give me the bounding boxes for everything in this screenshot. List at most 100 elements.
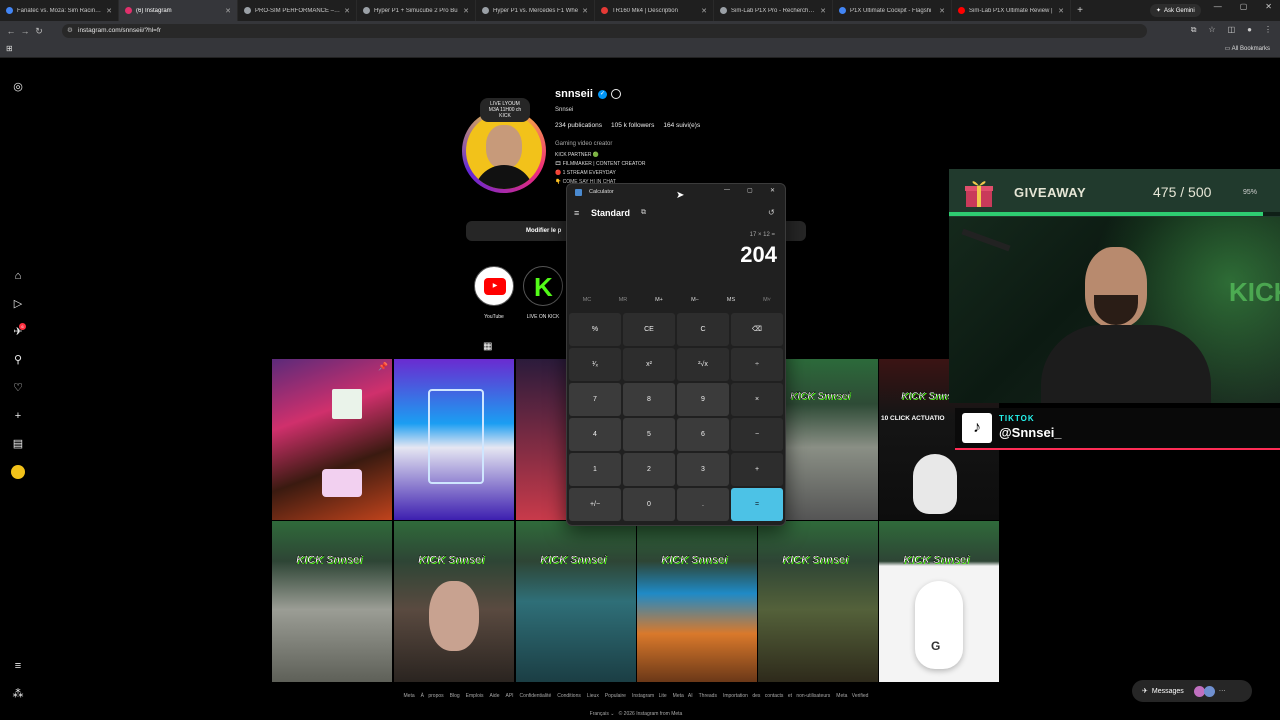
site-info-icon[interactable]: ⚙ <box>67 24 73 38</box>
highlight-youtube[interactable]: ▶ YouTube <box>473 266 515 320</box>
tab-close-icon[interactable]: ✕ <box>463 7 469 15</box>
footer-link[interactable]: Confidentialité <box>520 693 552 699</box>
tab-close-icon[interactable]: ✕ <box>225 7 231 15</box>
profile-icon[interactable]: ● <box>1247 25 1252 35</box>
calc-key[interactable]: 3 <box>677 453 729 486</box>
browser-tab[interactable]: Fanatec vs. Moza: Sim Racing M ✕ <box>0 0 119 21</box>
memory-button[interactable]: MC <box>569 297 605 303</box>
calc-key[interactable]: × <box>731 383 783 416</box>
footer-link[interactable]: Populaire <box>605 693 626 699</box>
more-menu-icon[interactable]: ≡ <box>11 659 25 673</box>
footer-link[interactable]: Meta Verified <box>836 693 868 699</box>
footer-link[interactable]: Meta AI <box>673 693 693 699</box>
calc-key[interactable]: +/− <box>569 488 621 521</box>
new-tab-button[interactable]: + <box>1071 5 1089 16</box>
calc-maximize-icon[interactable]: ▢ <box>747 187 753 194</box>
apps-icon[interactable]: ⊞ <box>6 44 13 53</box>
footer-link[interactable]: Lieux <box>587 693 599 699</box>
post-tile[interactable]: KICK Snnsei <box>272 521 392 682</box>
post-tile[interactable]: KICK Snnsei <box>637 521 757 682</box>
calc-key[interactable]: − <box>731 418 783 451</box>
calc-key[interactable]: 0 <box>623 488 675 521</box>
browser-tab[interactable]: Hyper P1 vs. Mercedes F1 Whe ✕ <box>476 0 595 21</box>
calc-key[interactable]: ⌫ <box>731 313 783 346</box>
create-icon[interactable]: + <box>11 409 25 423</box>
messages-icon[interactable]: ✈ 6 <box>11 323 26 339</box>
keep-on-top-icon[interactable]: ⧉ <box>641 209 646 217</box>
browser-tab[interactable]: TR160 Mk4 | Description ✕ <box>595 0 714 21</box>
footer-link[interactable]: Blog <box>450 693 460 699</box>
reload-icon[interactable]: ↻ <box>32 26 46 37</box>
browser-tab[interactable]: Hyper P1 + Simucube 2 Pro Bu ✕ <box>357 0 476 21</box>
threads-icon[interactable] <box>611 89 621 99</box>
browser-tab[interactable]: Sim-Lab P1X Pro - Recherche G ✕ <box>714 0 833 21</box>
footer-link[interactable]: Importation des contacts et non-utilisat… <box>723 693 830 699</box>
bookmark-star-icon[interactable]: ☆ <box>1208 25 1215 35</box>
post-tile[interactable]: KICK Snnsei <box>394 521 514 682</box>
footer-link[interactable]: Instagram Lite <box>632 693 667 699</box>
footer-link[interactable]: Threads <box>699 693 717 699</box>
following-count[interactable]: 164 suivi(e)s <box>663 122 700 129</box>
calc-nav-menu-icon[interactable]: ≡ <box>574 208 579 218</box>
calc-key[interactable]: % <box>569 313 621 346</box>
calc-key[interactable]: ÷ <box>731 348 783 381</box>
calc-minimize-icon[interactable]: — <box>724 187 730 193</box>
tab-close-icon[interactable]: ✕ <box>701 7 707 15</box>
calc-close-icon[interactable]: ✕ <box>770 187 775 194</box>
browser-tab[interactable]: Sim-Lab P1X Ultimate Review | ✕ <box>952 0 1071 21</box>
calc-key[interactable]: CE <box>623 313 675 346</box>
maximize-icon[interactable]: ▢ <box>1240 2 1248 11</box>
reels-icon[interactable]: ▷ <box>11 297 25 311</box>
dashboard-icon[interactable]: ▤ <box>11 437 25 451</box>
calc-key[interactable]: + <box>731 453 783 486</box>
post-tile[interactable]: KICK Snnsei G <box>879 521 999 682</box>
calc-key[interactable]: 7 <box>569 383 621 416</box>
home-icon[interactable]: ⌂ <box>11 269 25 283</box>
forward-icon[interactable]: → <box>18 26 32 36</box>
footer-link[interactable]: À propos <box>421 693 444 699</box>
tab-close-icon[interactable]: ✕ <box>820 7 826 15</box>
calc-key[interactable]: 4 <box>569 418 621 451</box>
messages-button[interactable]: ✈ Messages ⋯ <box>1132 680 1252 702</box>
tab-close-icon[interactable]: ✕ <box>1058 7 1064 15</box>
calc-key[interactable]: ²√x <box>677 348 729 381</box>
highlight-kick[interactable]: K LIVE ON KICK <box>522 266 564 320</box>
minimize-icon[interactable]: — <box>1214 2 1222 11</box>
memory-button[interactable]: M+ <box>641 297 677 303</box>
calc-key[interactable]: 1 <box>569 453 621 486</box>
extensions-icon[interactable]: ◫ <box>1228 25 1236 35</box>
posts-grid-tab-icon[interactable]: ▦ <box>483 341 492 352</box>
footer-link[interactable]: Aide <box>489 693 499 699</box>
post-tile[interactable]: KICK Snnsei <box>516 521 636 682</box>
all-bookmarks-button[interactable]: ▭ All Bookmarks <box>1225 45 1270 52</box>
notifications-heart-icon[interactable]: ♡ <box>11 381 25 395</box>
url-field[interactable]: ⚙ instagram.com/snnseii/?hl=fr <box>62 24 1147 38</box>
calc-key[interactable]: 6 <box>677 418 729 451</box>
tab-close-icon[interactable]: ✕ <box>106 7 112 15</box>
calc-key[interactable]: x² <box>623 348 675 381</box>
close-window-icon[interactable]: ✕ <box>1265 2 1272 11</box>
post-tile[interactable]: KICK Snnsei <box>758 521 878 682</box>
calc-key[interactable]: 2 <box>623 453 675 486</box>
footer-link[interactable]: Conditions <box>557 693 581 699</box>
memory-button[interactable]: M˅ <box>749 297 785 303</box>
calc-key[interactable]: ¹⁄ₓ <box>569 348 621 381</box>
footer-link[interactable]: Emplois <box>466 693 484 699</box>
footer-link[interactable]: Meta <box>404 693 415 699</box>
search-icon[interactable]: ⚲ <box>11 353 25 367</box>
avatar[interactable] <box>466 113 542 189</box>
instagram-logo-icon[interactable]: ◎ <box>11 80 25 94</box>
browser-tab[interactable]: PRO-SIM PERFORMANCE – Rac ✕ <box>238 0 357 21</box>
followers-count[interactable]: 105 k followers <box>611 122 654 129</box>
memory-button[interactable]: MS <box>713 297 749 303</box>
memory-button[interactable]: M− <box>677 297 713 303</box>
history-icon[interactable]: ↺ <box>768 208 775 217</box>
memory-button[interactable]: MR <box>605 297 641 303</box>
calc-key[interactable]: 9 <box>677 383 729 416</box>
ask-gemini-button[interactable]: ✦ Ask Gemini <box>1150 4 1201 17</box>
post-tile[interactable] <box>516 359 566 520</box>
calc-key[interactable]: 8 <box>623 383 675 416</box>
profile-avatar-icon[interactable] <box>11 465 25 479</box>
tab-close-icon[interactable]: ✕ <box>582 7 588 15</box>
calc-key[interactable]: . <box>677 488 729 521</box>
